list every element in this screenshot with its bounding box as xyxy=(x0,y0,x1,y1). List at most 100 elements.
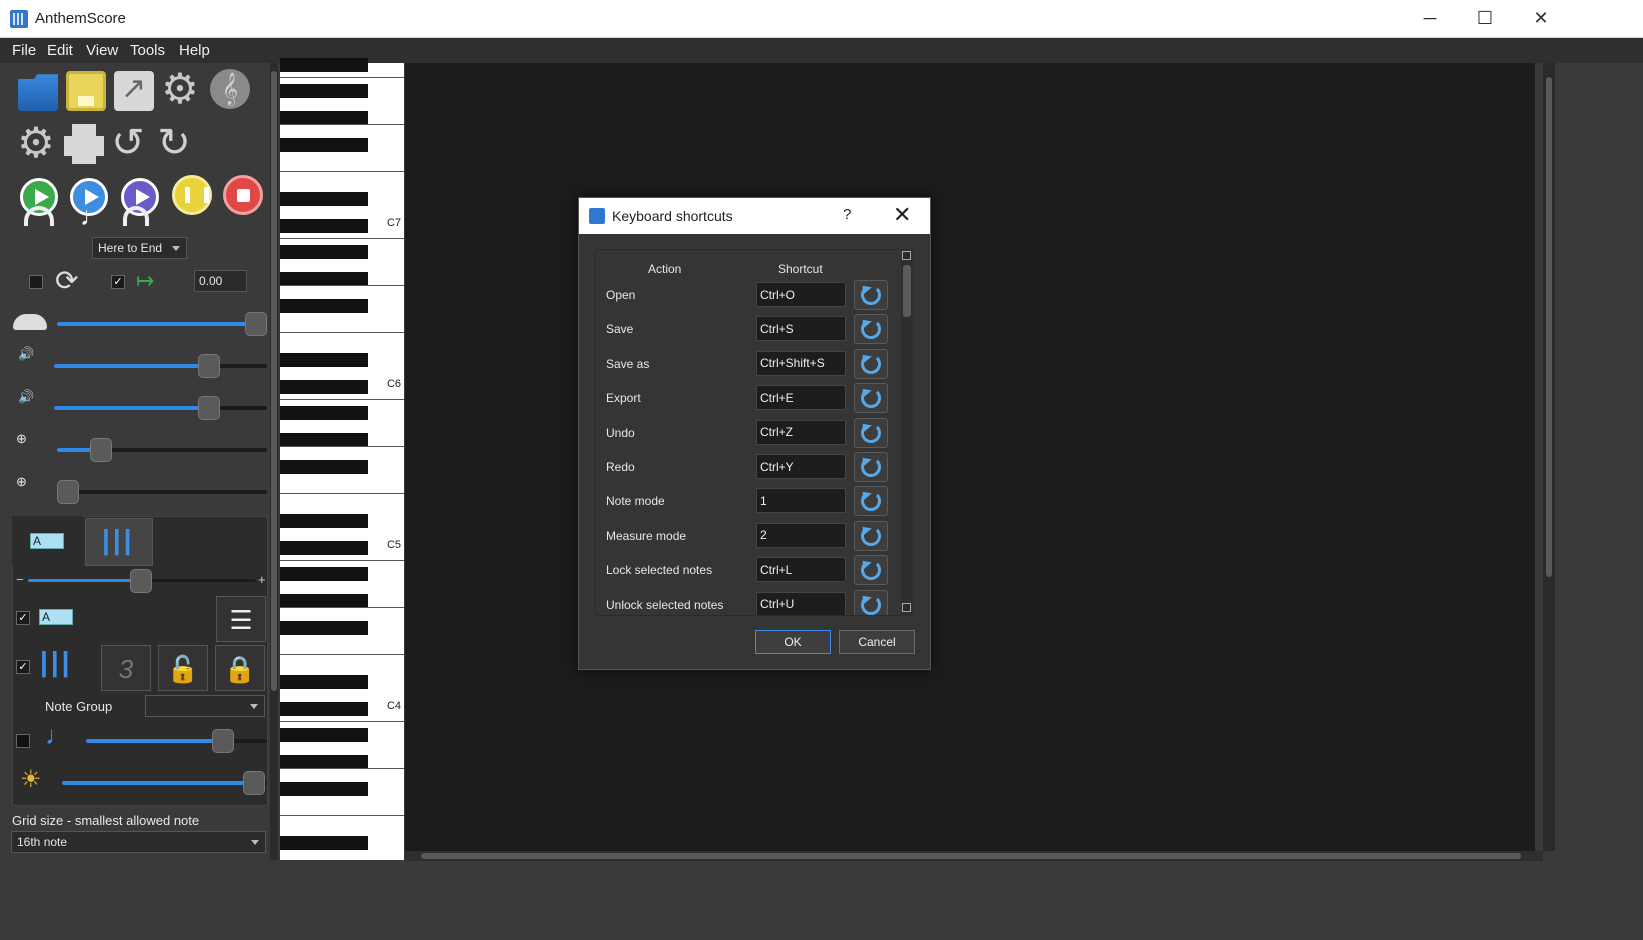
black-key[interactable] xyxy=(280,58,368,72)
left-panel-scrollbar[interactable] xyxy=(270,63,278,860)
black-key[interactable] xyxy=(280,138,368,152)
unlock-icon[interactable]: 🔓 xyxy=(158,645,208,691)
loop-checkbox[interactable] xyxy=(29,275,43,289)
black-key[interactable] xyxy=(280,406,368,420)
show-lyrics-checkbox[interactable]: ✓ xyxy=(16,611,30,625)
slider-handle[interactable] xyxy=(198,354,220,378)
ok-button[interactable]: OK xyxy=(755,630,831,654)
shortcut-field[interactable] xyxy=(756,522,846,548)
undo-icon[interactable]: ↺ xyxy=(108,123,148,163)
black-key[interactable] xyxy=(280,380,368,394)
black-key[interactable] xyxy=(280,621,368,635)
menu-help[interactable]: Help xyxy=(179,42,210,59)
reset-shortcut-button[interactable] xyxy=(854,280,888,310)
reset-shortcut-button[interactable] xyxy=(854,520,888,551)
black-key[interactable] xyxy=(280,594,368,608)
black-key[interactable] xyxy=(280,460,368,474)
treble-clef-icon[interactable]: 𝄞 xyxy=(210,69,250,109)
unknown-note-checkbox[interactable] xyxy=(16,734,30,748)
reset-shortcut-button[interactable] xyxy=(854,452,888,482)
slider-handle[interactable] xyxy=(245,312,267,336)
reset-shortcut-button[interactable] xyxy=(854,555,888,586)
menu-view[interactable]: View xyxy=(86,42,118,59)
scroll-up-icon[interactable] xyxy=(902,251,911,260)
note-group-select[interactable] xyxy=(145,695,265,717)
menu-hamburger-icon[interactable]: ☰ xyxy=(216,596,266,642)
menu-tools[interactable]: Tools xyxy=(130,42,165,59)
printer-icon[interactable] xyxy=(64,124,104,164)
note-volume-slider[interactable] xyxy=(54,396,267,420)
speed-slider[interactable] xyxy=(57,312,267,336)
black-key[interactable] xyxy=(280,111,368,125)
shortcut-field[interactable] xyxy=(756,385,846,411)
start-checkbox[interactable]: ✓ xyxy=(111,275,125,289)
scroll-down-icon[interactable] xyxy=(902,603,911,612)
shortcut-field[interactable] xyxy=(756,557,846,583)
black-key[interactable] xyxy=(280,836,368,850)
settings-gear-icon[interactable]: ⚙ xyxy=(160,68,200,110)
vertical-zoom-slider[interactable] xyxy=(57,438,267,462)
piano-keyboard[interactable]: C7 C6 C5 C4 xyxy=(280,58,404,860)
black-key[interactable] xyxy=(280,541,368,555)
close-button[interactable]: ✕ xyxy=(1512,0,1570,38)
black-key[interactable] xyxy=(280,433,368,447)
cancel-button[interactable]: Cancel xyxy=(839,630,915,654)
black-key[interactable] xyxy=(280,702,368,716)
open-folder-icon[interactable] xyxy=(18,74,58,111)
black-key[interactable] xyxy=(280,782,368,796)
menu-file[interactable]: File xyxy=(12,42,36,59)
black-key[interactable] xyxy=(280,192,368,206)
play-range-select[interactable]: Here to End xyxy=(92,237,187,259)
slider-handle[interactable] xyxy=(130,569,152,593)
shortcut-field[interactable] xyxy=(756,488,846,514)
black-key[interactable] xyxy=(280,514,368,528)
slider-handle[interactable] xyxy=(90,438,112,462)
grid-size-select[interactable]: 16th note xyxy=(11,831,266,853)
black-key[interactable] xyxy=(280,272,368,286)
black-key[interactable] xyxy=(280,245,368,259)
dialog-scrollbar[interactable] xyxy=(901,249,913,616)
shortcut-field[interactable] xyxy=(756,282,846,307)
headphone-volume-slider[interactable] xyxy=(54,354,267,378)
shortcut-field[interactable] xyxy=(756,419,846,445)
show-measures-checkbox[interactable]: ✓ xyxy=(16,660,30,674)
reset-shortcut-button[interactable] xyxy=(854,314,888,345)
playback-start-spinbox[interactable]: 0.00 xyxy=(194,270,247,292)
shortcut-field[interactable] xyxy=(756,591,846,615)
brightness-slider[interactable] xyxy=(62,771,267,795)
pause-icon[interactable] xyxy=(172,175,212,215)
unknown-note-slider[interactable] xyxy=(86,729,267,753)
reset-shortcut-button[interactable] xyxy=(854,486,888,517)
shortcut-field[interactable] xyxy=(756,316,846,342)
stop-icon[interactable] xyxy=(223,175,263,215)
minimize-button[interactable]: ─ xyxy=(1401,0,1459,38)
slider-handle[interactable] xyxy=(243,771,265,795)
reset-shortcut-button[interactable] xyxy=(854,348,888,379)
preferences-gear-icon[interactable]: ⚙ xyxy=(16,122,56,164)
black-key[interactable] xyxy=(280,84,368,98)
black-key[interactable] xyxy=(280,219,368,233)
tab-measures[interactable]: ||| xyxy=(85,518,153,566)
black-key[interactable] xyxy=(280,675,368,689)
black-key[interactable] xyxy=(280,755,368,769)
reset-shortcut-button[interactable] xyxy=(854,417,888,448)
slider-handle[interactable] xyxy=(57,480,79,504)
dialog-close-button[interactable]: ✕ xyxy=(893,202,911,228)
reset-shortcut-button[interactable] xyxy=(854,589,888,615)
black-key[interactable] xyxy=(280,728,368,742)
horizontal-zoom-slider[interactable] xyxy=(57,480,267,504)
shortcut-field[interactable] xyxy=(756,454,846,479)
spectrogram-canvas[interactable] xyxy=(405,63,1535,851)
triplet-icon[interactable]: 3 xyxy=(101,645,151,691)
lock-icon[interactable]: 🔒 xyxy=(215,645,265,691)
tab-lyrics[interactable]: A xyxy=(12,516,82,566)
black-key[interactable] xyxy=(280,299,368,313)
help-button[interactable]: ? xyxy=(843,206,851,223)
redo-icon[interactable]: ↻ xyxy=(154,123,194,163)
lyrics-zoom-slider[interactable] xyxy=(28,569,256,593)
black-key[interactable] xyxy=(280,567,368,581)
slider-handle[interactable] xyxy=(212,729,234,753)
slider-handle[interactable] xyxy=(198,396,220,420)
export-icon[interactable] xyxy=(114,71,154,111)
maximize-button[interactable]: ☐ xyxy=(1456,0,1514,38)
